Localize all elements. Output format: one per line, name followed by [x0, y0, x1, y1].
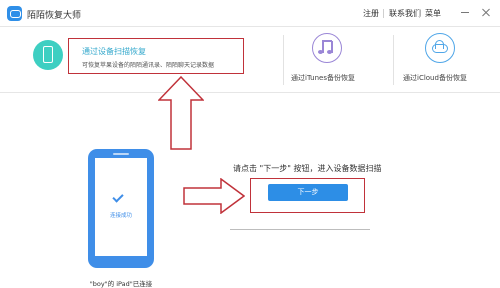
instruction-text: 请点击 "下一步" 按钮，进入设备数据扫描: [233, 164, 382, 173]
mode-divider: [283, 35, 284, 85]
close-icon[interactable]: [479, 5, 493, 19]
mode-icloud-label[interactable]: 通过iCloud备份恢复: [403, 73, 467, 83]
connection-status: 连接成功: [109, 213, 132, 219]
mode-device-title[interactable]: 通过设备扫描恢复: [82, 46, 146, 57]
divider-line: [230, 229, 370, 230]
title-bar: 陌陌恢复大师 注册 联系我们 菜单: [0, 0, 500, 27]
menu-divider: [383, 9, 384, 18]
menu-divider: [419, 9, 420, 18]
device-caption: "boy"的 iPad"已连接: [89, 280, 153, 288]
app-title: 陌陌恢复大师: [27, 11, 82, 21]
mode-itunes-label[interactable]: 通过iTunes备份恢复: [291, 73, 355, 83]
mode-divider: [393, 35, 394, 85]
menu-main[interactable]: 菜单: [425, 8, 441, 19]
phone-speaker: [113, 153, 129, 155]
menu-register[interactable]: 注册: [363, 8, 379, 19]
menu-contact[interactable]: 联系我们: [389, 8, 421, 19]
up-arrow-annotation: [158, 76, 204, 150]
minimize-icon[interactable]: [458, 5, 472, 19]
device-screen: [95, 158, 147, 256]
phone-icon[interactable]: [33, 40, 63, 70]
mode-device-description: 可恢复苹果设备的陌陌通讯录、陌陌聊天记录数据: [82, 62, 215, 69]
right-arrow-annotation: [183, 178, 245, 214]
music-note-icon[interactable]: [312, 33, 342, 63]
cloud-icon[interactable]: [425, 33, 455, 63]
next-button[interactable]: 下一步: [268, 184, 348, 201]
chat-bubble-icon: [7, 6, 22, 21]
